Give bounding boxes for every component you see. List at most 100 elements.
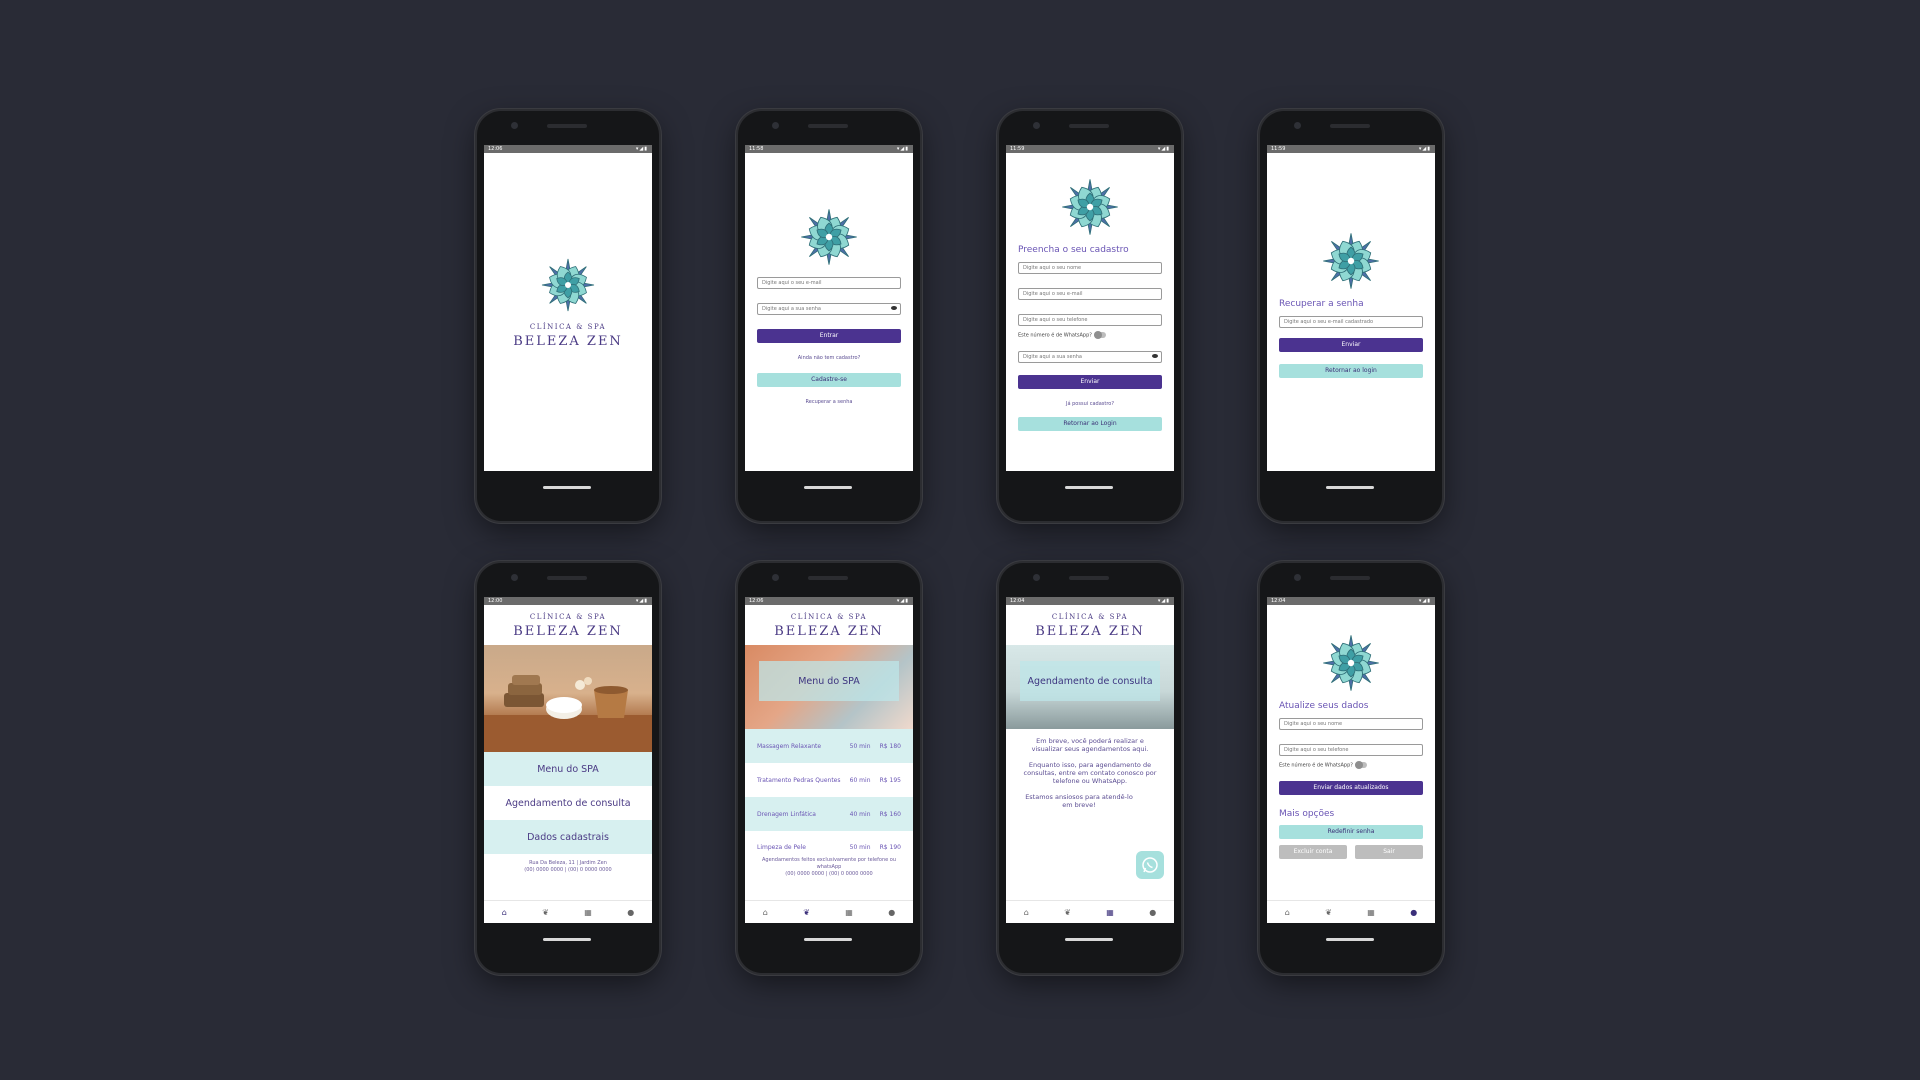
service-name: Tratamento Pedras Quentes bbox=[757, 776, 841, 784]
camera bbox=[511, 574, 518, 581]
home-tab-icon[interactable]: ⌂ bbox=[502, 908, 507, 917]
service-time: 60 min bbox=[849, 776, 871, 784]
send-button[interactable]: Enviar bbox=[1018, 374, 1162, 389]
camera bbox=[772, 574, 779, 581]
spa-tab-icon[interactable]: ❦ bbox=[542, 908, 549, 917]
schedule-text: Em breve, você poderá realizar e visuali… bbox=[1006, 729, 1174, 809]
service-name: Massagem Relaxante bbox=[757, 742, 822, 750]
account-actions: Excluir conta Sair bbox=[1279, 844, 1423, 859]
service-name: Limpeza de Pele bbox=[757, 843, 806, 851]
menu-profile-item[interactable]: Dados cadastrais bbox=[484, 820, 652, 854]
status-time: 11:58 bbox=[749, 146, 764, 152]
eye-icon[interactable] bbox=[891, 306, 897, 310]
lotus-logo-icon bbox=[1061, 178, 1119, 236]
email-input[interactable]: Digite aqui o seu e-mail bbox=[1018, 288, 1162, 300]
lotus-logo-icon bbox=[541, 258, 595, 312]
delete-account-button[interactable]: Excluir conta bbox=[1279, 844, 1347, 859]
whatsapp-toggle[interactable] bbox=[1354, 761, 1367, 769]
home-indicator bbox=[804, 486, 852, 489]
user-tab-icon[interactable]: ● bbox=[1410, 908, 1417, 917]
status-time: 12:06 bbox=[749, 598, 764, 604]
phone-input[interactable]: Digite aqui o seu telefone bbox=[1018, 314, 1162, 326]
recover-password-link[interactable]: Recuperar a senha bbox=[757, 399, 901, 405]
status-bar: 12:06 ▾◢▮ bbox=[484, 145, 652, 153]
camera bbox=[1033, 574, 1040, 581]
service-time: 40 min bbox=[849, 810, 871, 818]
name-input[interactable]: Digite aqui o seu nome bbox=[1279, 718, 1423, 730]
brand-subtitle: CLÍNICA & SPA bbox=[529, 613, 607, 621]
service-row: Massagem Relaxante 50 min R$ 180 bbox=[745, 729, 913, 763]
status-time: 12:04 bbox=[1271, 598, 1286, 604]
status-icons: ▾◢▮ bbox=[1157, 146, 1170, 152]
email-input[interactable]: Digite aqui o seu e-mail cadastrado bbox=[1279, 316, 1423, 328]
camera bbox=[1294, 574, 1301, 581]
phone-input[interactable]: Digite aqui o seu telefone bbox=[1279, 744, 1423, 756]
status-time: 11:59 bbox=[1271, 146, 1286, 152]
status-icons: ▾◢▮ bbox=[896, 146, 909, 152]
camera bbox=[772, 122, 779, 129]
user-tab-icon[interactable]: ● bbox=[888, 908, 895, 917]
spa-menu-banner: Menu do SPA bbox=[745, 645, 913, 729]
spa-tab-icon[interactable]: ❦ bbox=[1064, 908, 1071, 917]
service-price: R$ 190 bbox=[879, 843, 901, 851]
spa-tab-icon[interactable]: ❦ bbox=[1325, 908, 1332, 917]
tab-bar: ⌂ ❦ ▦ ● bbox=[484, 900, 652, 923]
phone-recover: 11:59 ▾◢▮ Recuperar a senha Digite aqui o… bbox=[1260, 111, 1442, 521]
password-placeholder: Digite aqui a sua senha bbox=[762, 306, 821, 312]
brand-title: BELEZA ZEN bbox=[1035, 624, 1145, 639]
service-price: R$ 195 bbox=[879, 776, 901, 784]
phone-spa-menu: 12:06 ▾◢▮ CLÍNICA & SPA BELEZA ZEN Menu d… bbox=[738, 563, 920, 973]
password-input[interactable]: Digite aqui a sua senha bbox=[1018, 350, 1162, 363]
status-bar: 11:59 ▾◢▮ bbox=[1267, 145, 1435, 153]
whatsapp-label: Este número é de WhatsApp? bbox=[1018, 332, 1092, 339]
spa-footer: Agendamentos feitos exclusivamente por t… bbox=[745, 857, 913, 878]
footer: Rua Da Beleza, 11 | Jardim Zen (00) 0000… bbox=[484, 860, 652, 874]
email-input[interactable]: Digite aqui o seu e-mail bbox=[757, 277, 901, 289]
eye-icon[interactable] bbox=[1152, 353, 1158, 358]
status-icons: ▾◢▮ bbox=[635, 598, 648, 604]
status-icons: ▾◢▮ bbox=[635, 146, 648, 152]
speaker bbox=[1069, 124, 1109, 128]
no-account-text: Ainda não tem cadastro? bbox=[797, 355, 861, 361]
whatsapp-toggle[interactable] bbox=[1093, 331, 1106, 339]
brand-title: BELEZA ZEN bbox=[513, 334, 623, 349]
home-tab-icon[interactable]: ⌂ bbox=[1024, 908, 1029, 917]
status-time: 12:04 bbox=[1010, 598, 1025, 604]
update-data-button[interactable]: Enviar dados atualizados bbox=[1279, 780, 1423, 795]
brand-title: BELEZA ZEN bbox=[774, 624, 884, 639]
calendar-tab-icon[interactable]: ▦ bbox=[845, 908, 853, 917]
brand-subtitle: CLÍNICA & SPA bbox=[790, 613, 868, 621]
calendar-tab-icon[interactable]: ▦ bbox=[1106, 908, 1114, 917]
spa-menu-screen: 12:06 ▾◢▮ CLÍNICA & SPA BELEZA ZEN Menu d… bbox=[745, 597, 913, 923]
spa-stones-image bbox=[484, 675, 652, 752]
reset-password-button[interactable]: Redefinir senha bbox=[1279, 824, 1423, 839]
back-to-login-button[interactable]: Retornar ao Login bbox=[1018, 416, 1162, 431]
whatsapp-icon[interactable] bbox=[1136, 851, 1164, 879]
home-tab-icon[interactable]: ⌂ bbox=[1285, 908, 1290, 917]
logout-button[interactable]: Sair bbox=[1355, 844, 1423, 859]
login-button[interactable]: Entrar bbox=[757, 329, 901, 343]
calendar-tab-icon[interactable]: ▦ bbox=[584, 908, 592, 917]
profile-screen: 12:04 ▾◢▮ Atualize seus dados Digite aqui… bbox=[1267, 597, 1435, 923]
tab-bar: ⌂ ❦ ▦ ● bbox=[745, 900, 913, 923]
register-title: Preencha o seu cadastro bbox=[1018, 245, 1129, 255]
schedule-note-2: whatsApp bbox=[816, 864, 842, 870]
calendar-tab-icon[interactable]: ▦ bbox=[1367, 908, 1375, 917]
speaker bbox=[1330, 124, 1370, 128]
password-input[interactable]: Digite aqui a sua senha bbox=[757, 303, 901, 315]
send-button[interactable]: Enviar bbox=[1279, 338, 1423, 352]
spa-photo bbox=[484, 645, 652, 752]
back-to-login-button[interactable]: Retornar ao login bbox=[1279, 364, 1423, 378]
name-input[interactable]: Digite aqui o seu nome bbox=[1018, 262, 1162, 274]
menu-appointment-item[interactable]: Agendamento de consulta bbox=[484, 786, 652, 820]
user-tab-icon[interactable]: ● bbox=[1149, 908, 1156, 917]
banner-overlay: Menu do SPA bbox=[759, 661, 899, 701]
user-tab-icon[interactable]: ● bbox=[627, 908, 634, 917]
signup-button[interactable]: Cadastre-se bbox=[757, 373, 901, 387]
spa-tab-icon[interactable]: ❦ bbox=[803, 908, 810, 917]
more-options-title: Mais opções bbox=[1279, 808, 1335, 819]
speaker bbox=[547, 576, 587, 580]
speaker bbox=[1069, 576, 1109, 580]
home-tab-icon[interactable]: ⌂ bbox=[763, 908, 768, 917]
menu-spa-item[interactable]: Menu do SPA bbox=[484, 752, 652, 786]
